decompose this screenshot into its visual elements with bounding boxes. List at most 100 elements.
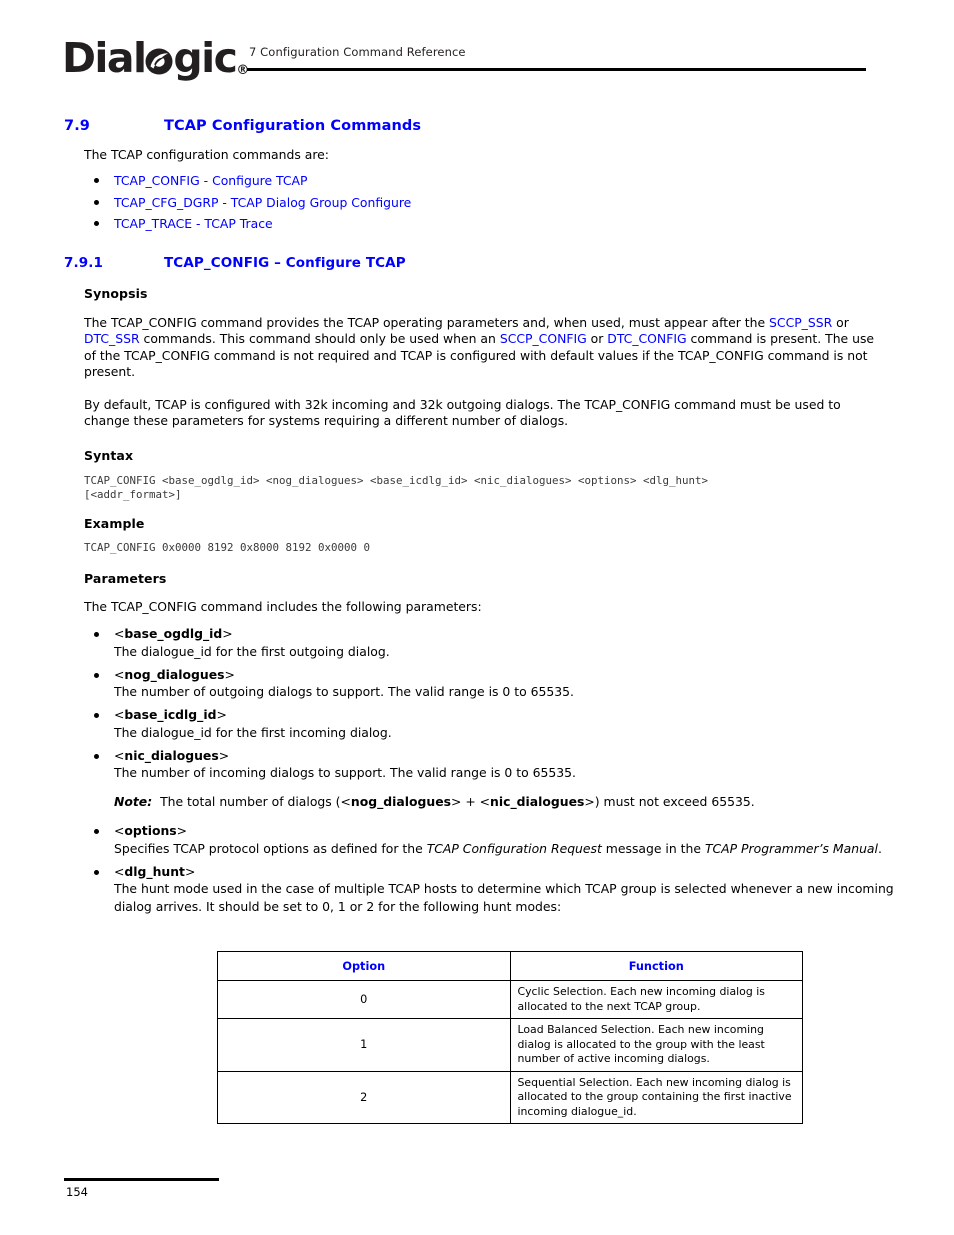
subsection-number: 7.9.1 xyxy=(64,255,103,271)
link-tcap-trace[interactable]: TCAP_TRACE xyxy=(114,216,192,231)
link-tcap-config[interactable]: TCAP_CONFIG xyxy=(114,173,200,188)
hunt-mode-table: Option Function 0 Cyclic Selection. Each… xyxy=(217,951,803,1124)
parameter-name-text: options xyxy=(124,823,177,838)
parameter-description: The dialogue_id for the first outgoing d… xyxy=(114,643,390,659)
note-text-a: The total number of dialogs (< xyxy=(160,793,351,809)
footer-divider xyxy=(64,1178,219,1181)
synopsis-text-d: or xyxy=(586,331,608,347)
page-number: 154 xyxy=(66,1185,88,1199)
parameter-name-text: dlg_hunt xyxy=(124,863,185,879)
parameter-description: The number of incoming dialogs to suppor… xyxy=(114,765,576,780)
link-dtc-config[interactable]: DTC_CONFIG xyxy=(607,331,686,346)
table-row: 1 Load Balanced Selection. Each new inco… xyxy=(217,1018,803,1072)
options-desc-a: Specifies TCAP protocol options as defin… xyxy=(114,840,427,856)
column-header-function: Function xyxy=(509,951,803,981)
section-heading: 7.9 TCAP Configuration Commands xyxy=(64,118,884,134)
subsection-title: TCAP_CONFIG – Configure TCAP xyxy=(164,255,406,271)
link-separator: - xyxy=(199,173,213,188)
table-row: 2 Sequential Selection. Each new incomin… xyxy=(217,1070,803,1124)
parameters-list: <base_ogdlg_id> The dialogue_id for the … xyxy=(84,625,894,921)
example-heading: Example xyxy=(84,516,145,531)
table-body: 0 Cyclic Selection. Each new incoming di… xyxy=(217,980,803,1124)
table-header-row: Option Function xyxy=(217,951,803,981)
cell-function: Cyclic Selection. Each new incoming dial… xyxy=(509,980,803,1019)
parameter-name: <base_icdlg_id> xyxy=(114,707,227,722)
link-dtc-ssr[interactable]: DTC_SSR xyxy=(84,331,140,346)
logo-text-prefix: Dial xyxy=(62,34,147,82)
options-italic-config-request: TCAP Configuration Request xyxy=(426,840,602,856)
document-page: Dial gic® 7 Configuration Command Referen… xyxy=(0,0,954,1235)
dialogic-logo: Dial gic® xyxy=(62,34,252,82)
cell-option: 0 xyxy=(217,980,511,1019)
parameter-name-text: nic_dialogues xyxy=(124,747,219,763)
link-tcap-trace-desc[interactable]: TCAP Trace xyxy=(204,216,272,231)
parameter-name-text: nog_dialogues xyxy=(124,666,225,682)
section-number: 7.9 xyxy=(64,118,90,134)
link-sccp-ssr[interactable]: SCCP_SSR xyxy=(769,315,832,330)
link-tcap-config-desc[interactable]: Configure TCAP xyxy=(212,173,307,188)
parameter-description: Specifies TCAP protocol options as defin… xyxy=(114,840,894,858)
options-italic-programmers-manual: TCAP Programmer’s Manual xyxy=(704,840,878,856)
link-separator: - xyxy=(192,216,205,231)
synopsis-heading: Synopsis xyxy=(84,286,148,301)
parameters-note: Note: The total number of dialogs (<nog_… xyxy=(84,793,894,811)
parameters-intro: The TCAP_CONFIG command includes the fol… xyxy=(84,599,482,614)
parameter-description: The number of outgoing dialogs to suppor… xyxy=(114,684,574,699)
note-bold-nog: nog_dialogues xyxy=(350,793,452,809)
list-item[interactable]: TCAP_TRACE - TCAP Trace xyxy=(84,213,884,235)
logo-wordmark: Dial gic® xyxy=(62,34,252,95)
link-tcap-cfg-dgrp[interactable]: TCAP_CFG_DGRP xyxy=(114,195,218,210)
section-title: TCAP Configuration Commands xyxy=(164,118,422,134)
synopsis-paragraph-1: The TCAP_CONFIG command provides the TCA… xyxy=(84,315,884,381)
header-divider xyxy=(247,68,866,71)
parameter-base-icdlg-id: <base_icdlg_id> The dialogue_id for the … xyxy=(84,706,894,741)
link-sccp-config[interactable]: SCCP_CONFIG xyxy=(500,331,587,346)
parameter-name: <base_ogdlg_id> xyxy=(114,626,233,641)
parameter-nog-dialogues: <nog_dialogues> The number of outgoing d… xyxy=(84,666,894,701)
example-code-block: TCAP_CONFIG 0x0000 8192 0x8000 8192 0x00… xyxy=(84,541,371,554)
registered-trademark-icon: ® xyxy=(236,63,250,78)
parameter-name: <options> xyxy=(114,823,188,838)
subsection-heading: 7.9.1 TCAP_CONFIG – Configure TCAP xyxy=(64,255,884,271)
synopsis-text-c: commands. This command should only be us… xyxy=(139,331,500,347)
table-row: 0 Cyclic Selection. Each new incoming di… xyxy=(217,980,803,1019)
section-intro: The TCAP configuration commands are: xyxy=(84,147,329,162)
link-tcap-cfg-dgrp-desc[interactable]: TCAP Dialog Group Configure xyxy=(231,195,412,210)
parameter-name: <nic_dialogues> xyxy=(114,747,230,763)
note-text-b: > + < xyxy=(451,793,491,809)
cell-function: Sequential Selection. Each new incoming … xyxy=(509,1070,803,1124)
cell-option: 1 xyxy=(217,1018,511,1072)
logo-text-suffix: gic xyxy=(173,34,238,82)
parameter-name: <nog_dialogues> xyxy=(114,666,235,682)
list-item[interactable]: TCAP_CONFIG - Configure TCAP xyxy=(84,170,884,192)
parameter-name-text: base_ogdlg_id xyxy=(124,626,223,641)
parameter-options: <options> Specifies TCAP protocol option… xyxy=(84,822,894,857)
options-desc-b: message in the xyxy=(601,840,705,856)
cell-option: 2 xyxy=(217,1070,511,1124)
chapter-title: 7 Configuration Command Reference xyxy=(249,45,466,59)
note-text-c: >) must not exceed 65535. xyxy=(584,793,755,809)
syntax-code-block: TCAP_CONFIG <base_ogdlg_id> <nog_dialogu… xyxy=(84,474,709,501)
column-header-option: Option xyxy=(217,951,511,981)
note-label: Note: xyxy=(114,793,153,809)
note-bold-nic: nic_dialogues xyxy=(490,793,585,809)
parameters-heading: Parameters xyxy=(84,571,167,586)
parameter-description: The hunt mode used in the case of multip… xyxy=(114,881,894,914)
options-desc-c: . xyxy=(877,840,882,856)
parameter-name: <dlg_hunt> xyxy=(114,863,196,879)
synopsis-text-b: or xyxy=(832,315,849,330)
parameter-name-text: base_icdlg_id xyxy=(124,707,217,722)
list-item[interactable]: TCAP_CFG_DGRP - TCAP Dialog Group Config… xyxy=(84,192,884,214)
dialogic-o-leaf-icon xyxy=(144,46,174,76)
parameter-nic-dialogues: <nic_dialogues> The number of incoming d… xyxy=(84,747,894,782)
command-link-list: TCAP_CONFIG - Configure TCAP TCAP_CFG_DG… xyxy=(84,170,884,235)
syntax-heading: Syntax xyxy=(84,448,134,463)
parameter-dlg-hunt: <dlg_hunt> The hunt mode used in the cas… xyxy=(84,863,894,916)
cell-function: Load Balanced Selection. Each new incomi… xyxy=(509,1018,803,1072)
synopsis-text-a: The TCAP_CONFIG command provides the TCA… xyxy=(84,315,770,330)
parameter-base-ogdlg-id: <base_ogdlg_id> The dialogue_id for the … xyxy=(84,625,894,660)
link-separator: - xyxy=(218,194,231,210)
page-header: Dial gic® 7 Configuration Command Referen… xyxy=(0,0,954,95)
parameter-description: The dialogue_id for the first incoming d… xyxy=(114,724,392,740)
synopsis-paragraph-2: By default, TCAP is configured with 32k … xyxy=(84,397,841,429)
